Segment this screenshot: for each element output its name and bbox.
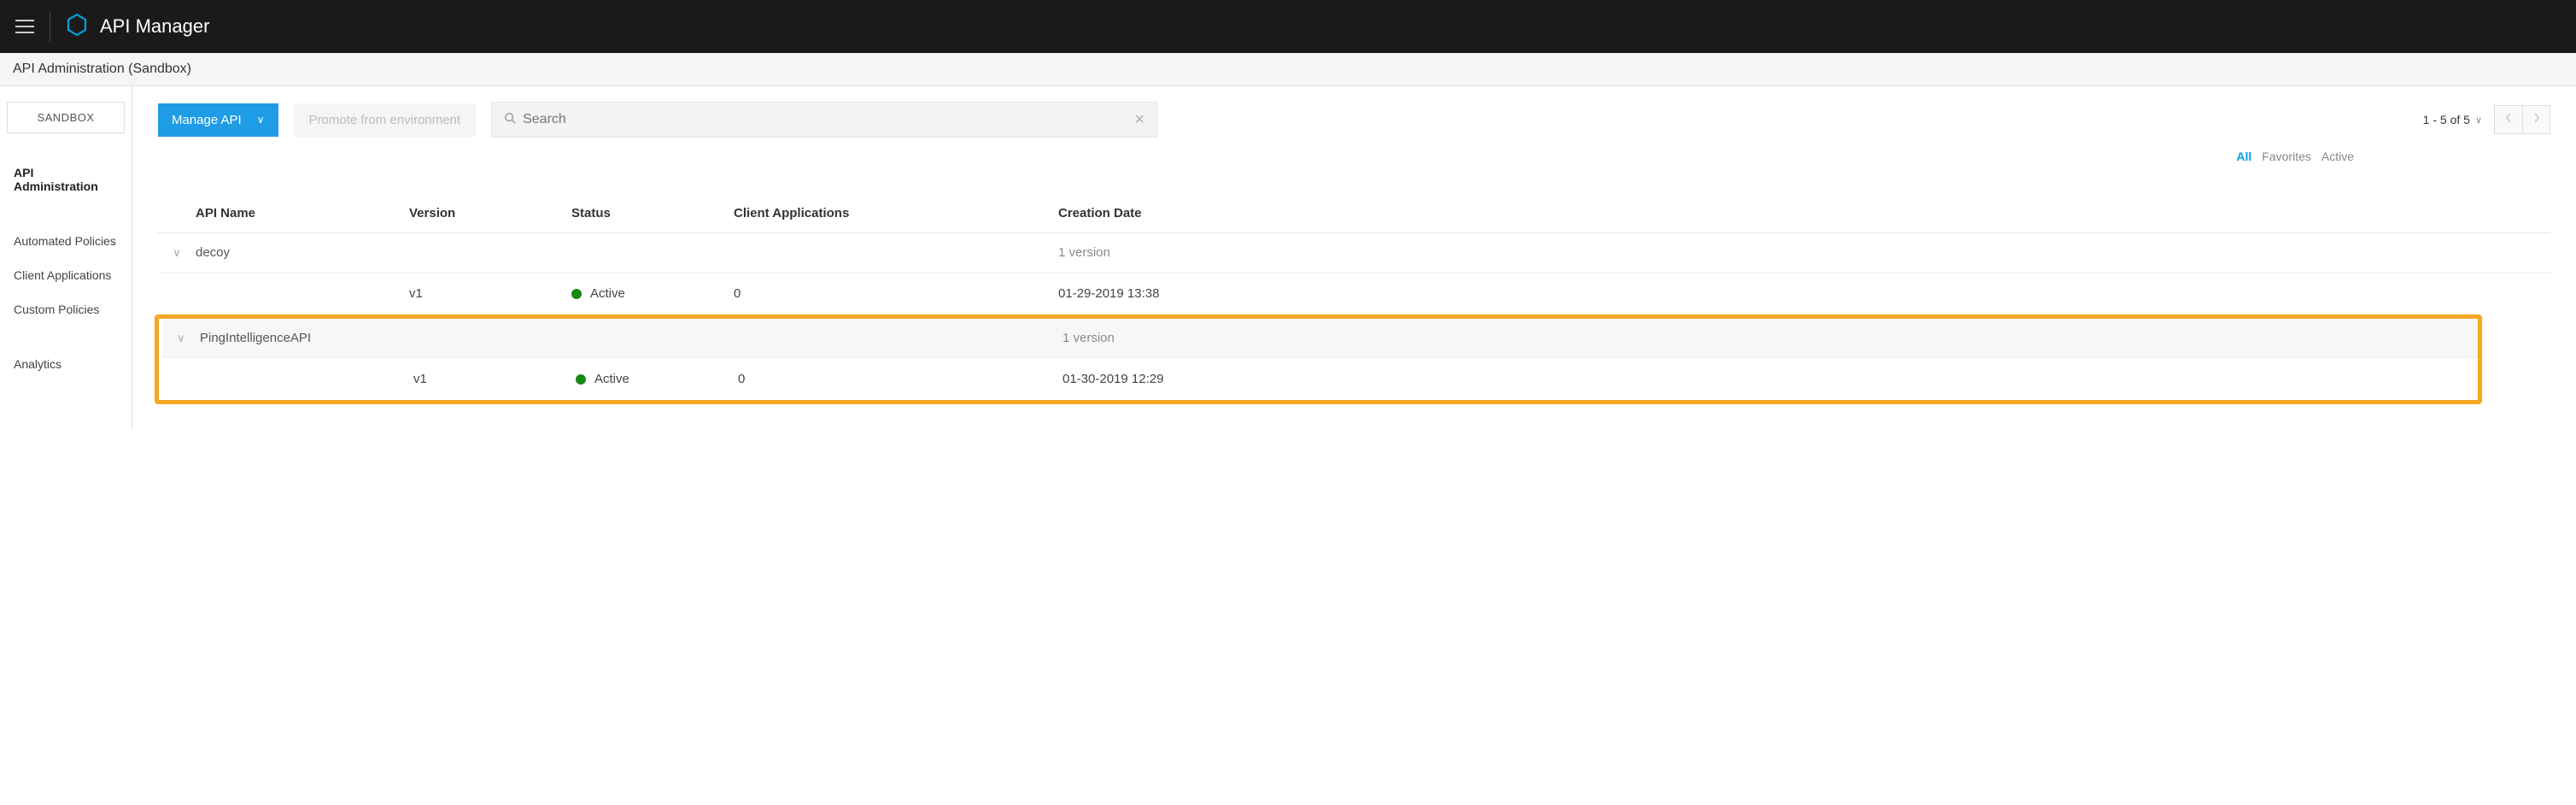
api-group: ∨ decoy 1 version v1 Active 0 01-29-2019… <box>158 233 2550 314</box>
cell-clients: 0 <box>738 372 1063 386</box>
column-header-name[interactable]: API Name <box>196 206 409 220</box>
table-header-row: API Name Version Status Client Applicati… <box>158 197 2550 233</box>
sidebar-item-custom-policies[interactable]: Custom Policies <box>0 296 132 323</box>
search-input[interactable] <box>523 112 1134 127</box>
cell-date: 01-29-2019 13:38 <box>1058 286 2550 301</box>
cell-status: Active <box>576 372 738 386</box>
pager-prev-button[interactable] <box>2495 106 2522 133</box>
api-version-count: 1 version <box>1063 331 2478 345</box>
cell-version: v1 <box>413 372 576 386</box>
sidebar-item-client-applications[interactable]: Client Applications <box>0 261 132 289</box>
hamburger-menu-icon[interactable] <box>15 11 50 42</box>
chevron-down-icon[interactable]: ∨ <box>158 246 196 260</box>
chevron-down-icon: ∨ <box>257 114 265 126</box>
cell-status: Active <box>571 286 734 301</box>
api-version-count: 1 version <box>1058 245 2550 260</box>
column-header-version[interactable]: Version <box>409 206 571 220</box>
breadcrumb: API Administration (Sandbox) <box>0 53 2576 86</box>
table-group-row[interactable]: ∨ PingIntelligenceAPI 1 version <box>162 319 2478 358</box>
api-table: API Name Version Status Client Applicati… <box>158 197 2550 404</box>
chevron-down-icon[interactable]: ∨ <box>162 332 200 345</box>
filter-favorites[interactable]: Favorites <box>2262 150 2311 163</box>
main-content: Manage API ∨ Promote from environment × … <box>132 86 2576 428</box>
column-header-status[interactable]: Status <box>571 206 734 220</box>
pager-range-text: 1 - 5 of 5 <box>2423 113 2470 126</box>
column-header-date[interactable]: Creation Date <box>1058 206 2550 220</box>
table-row[interactable]: v1 Active 0 01-29-2019 13:38 <box>158 273 2550 314</box>
status-dot-icon <box>576 374 586 385</box>
filter-all[interactable]: All <box>2236 150 2251 163</box>
hexagon-logo-icon <box>66 13 88 41</box>
sidebar-item-api-administration[interactable]: API Administration <box>0 159 132 200</box>
toolbar: Manage API ∨ Promote from environment × … <box>158 102 2550 138</box>
manage-api-label: Manage API <box>172 113 242 127</box>
status-dot-icon <box>571 289 582 299</box>
chevron-down-icon: ∨ <box>2475 115 2482 126</box>
sidebar-item-analytics[interactable]: Analytics <box>0 350 132 378</box>
filter-active[interactable]: Active <box>2321 150 2354 163</box>
table-row[interactable]: v1 Active 0 01-30-2019 12:29 <box>162 358 2478 400</box>
pager-range-selector[interactable]: 1 - 5 of 5 ∨ <box>2423 113 2482 126</box>
sidebar: SANDBOX API Administration Automated Pol… <box>0 86 132 428</box>
api-group-highlighted: ∨ PingIntelligenceAPI 1 version v1 Activ… <box>155 314 2482 404</box>
api-group-name: PingIntelligenceAPI <box>200 331 413 345</box>
pager: 1 - 5 of 5 ∨ <box>2423 105 2550 134</box>
manage-api-button[interactable]: Manage API ∨ <box>158 103 278 137</box>
sidebar-item-automated-policies[interactable]: Automated Policies <box>0 227 132 255</box>
cell-version: v1 <box>409 286 571 301</box>
app-logo-block[interactable]: API Manager <box>66 13 209 41</box>
api-group-name: decoy <box>196 245 409 260</box>
table-group-row[interactable]: ∨ decoy 1 version <box>158 233 2550 273</box>
status-text: Active <box>594 372 629 386</box>
status-text: Active <box>590 286 625 301</box>
cell-date: 01-30-2019 12:29 <box>1063 372 2478 386</box>
top-bar: API Manager <box>0 0 2576 53</box>
environment-selector[interactable]: SANDBOX <box>7 102 125 133</box>
clear-search-icon[interactable]: × <box>1134 110 1145 130</box>
app-title: API Manager <box>100 15 209 38</box>
cell-clients: 0 <box>734 286 1058 301</box>
column-header-clients[interactable]: Client Applications <box>734 206 1058 220</box>
filter-row: All Favorites Active <box>158 150 2550 163</box>
promote-button: Promote from environment <box>294 103 477 137</box>
search-icon <box>504 112 516 127</box>
pager-next-button[interactable] <box>2522 106 2550 133</box>
pager-buttons <box>2494 105 2550 134</box>
search-field[interactable]: × <box>491 102 1157 138</box>
